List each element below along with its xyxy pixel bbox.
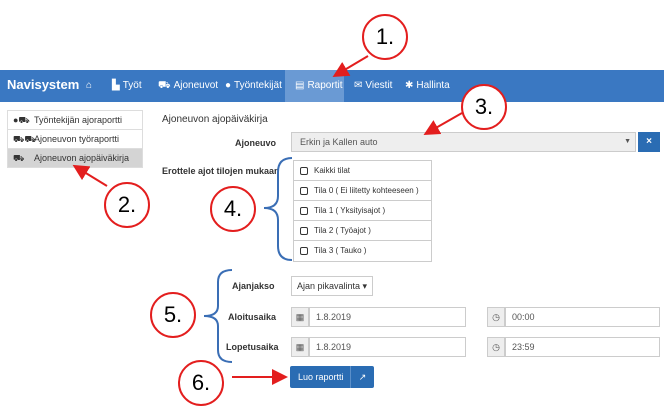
external-link-icon: ↗ — [350, 366, 374, 388]
nav-hallinta[interactable]: ✱ Hallinta — [405, 70, 450, 102]
status-option-label: Tila 3 ( Tauko ) — [314, 246, 367, 255]
sidebar-item-label: Ajoneuvon ajopäiväkirja — [34, 153, 130, 163]
chart-icon: ▙ — [112, 80, 120, 91]
start-time-label: Aloitusaika — [228, 312, 277, 322]
nav-tyontekijat[interactable]: ● Työntekijät — [225, 70, 282, 102]
top-navbar: Navisystem ⌂ ▙ Työt ⛟ Ajoneuvot ● Työntekij… — [0, 70, 664, 102]
sidebar-item-vehicle-logbook[interactable]: ⛟ Ajoneuvon ajopäiväkirja — [7, 148, 143, 168]
sidebar-item-employee-report[interactable]: ●⛟ Työntekijän ajoraportti — [7, 110, 143, 130]
sidebar-item-vehicle-work-report[interactable]: ⛟⛟ Ajoneuvon työraportti — [7, 129, 143, 149]
end-date-input[interactable]: 1.8.2019 — [309, 337, 466, 357]
clock-icon[interactable]: ◷ — [487, 307, 505, 327]
caret-down-icon: ▾ — [362, 281, 368, 291]
nav-label: Hallinta — [416, 80, 450, 91]
envelope-icon: ✉ — [354, 80, 363, 91]
truck-icon: ⛟ — [158, 80, 171, 91]
period-dropdown[interactable]: Ajan pikavalinta ▾ — [291, 276, 373, 296]
callout-6: 6. — [178, 360, 224, 406]
nav-label: Ajoneuvot — [173, 80, 219, 91]
checkbox[interactable] — [300, 227, 308, 235]
clock-icon[interactable]: ◷ — [487, 337, 505, 357]
status-option-label: Kaikki tilat — [314, 166, 351, 175]
status-option-label: Tila 1 ( Yksityisajot ) — [314, 206, 386, 215]
nav-viestit[interactable]: ✉ Viestit — [354, 70, 392, 102]
sidebar-item-label: Ajoneuvon työraportti — [34, 134, 120, 144]
nav-label: Työntekijät — [234, 80, 282, 91]
nav-tyot[interactable]: ▙ Työt — [112, 70, 142, 102]
status-option[interactable]: Tila 1 ( Yksityisajot ) — [294, 201, 431, 221]
status-option[interactable]: Tila 2 ( Työajot ) — [294, 221, 431, 241]
create-report-label: Luo raportti — [298, 372, 344, 382]
checkbox[interactable] — [300, 187, 308, 195]
truck-icon: ⛟ — [13, 153, 25, 163]
create-report-button[interactable]: Luo raportti ↗ — [290, 366, 374, 388]
vehicle-select[interactable]: Erkin ja Kallen auto ▼ — [291, 132, 636, 152]
gear-icon: ✱ — [405, 80, 414, 91]
calendar-icon[interactable]: ▦ — [291, 337, 309, 357]
status-option[interactable]: Tila 3 ( Tauko ) — [294, 241, 431, 261]
nav-label: Työt — [122, 80, 142, 91]
nav-ajoneuvot[interactable]: ⛟ Ajoneuvot — [158, 70, 218, 102]
callout-5: 5. — [150, 292, 196, 338]
status-filter-list: Kaikki tilat Tila 0 ( Ei liitetty kohtee… — [293, 160, 432, 262]
arrow-3 — [423, 112, 463, 135]
callout-1: 1. — [362, 14, 408, 60]
status-filter-label: Erottele ajot tilojen mukaan — [162, 166, 280, 176]
nav-raportit[interactable]: ▤ Raportit — [285, 70, 344, 102]
callout-4: 4. — [210, 186, 256, 232]
nav-home[interactable]: ⌂ — [86, 70, 104, 102]
callout-3: 3. — [461, 84, 507, 130]
vehicle-select-value: Erkin ja Kallen auto — [300, 137, 378, 147]
period-label: Ajanjakso — [232, 281, 275, 291]
callout-2: 2. — [104, 182, 150, 228]
nav-label: Viestit — [365, 80, 393, 91]
vehicle-label: Ajoneuvo — [235, 138, 277, 148]
status-option-label: Tila 0 ( Ei liitetty kohteeseen ) — [314, 186, 419, 195]
user-icon: ● — [225, 80, 232, 91]
truck-group-icon: ⛟⛟ — [13, 134, 36, 144]
end-time-label: Lopetusaika — [226, 342, 279, 352]
user-truck-icon: ●⛟ — [13, 115, 30, 125]
arrow-2 — [72, 164, 108, 187]
page-title: Ajoneuvon ajopäiväkirja — [162, 114, 268, 125]
status-option-label: Tila 2 ( Työajot ) — [314, 226, 371, 235]
checkbox[interactable] — [300, 167, 308, 175]
caret-down-icon: ▼ — [624, 138, 631, 145]
clear-vehicle-button[interactable]: × — [638, 132, 660, 152]
calendar-icon[interactable]: ▦ — [291, 307, 309, 327]
start-date-input[interactable]: 1.8.2019 — [309, 307, 466, 327]
period-dropdown-label: Ajan pikavalinta — [296, 281, 360, 291]
status-option[interactable]: Kaikki tilat — [294, 161, 431, 181]
home-icon: ⌂ — [86, 80, 93, 91]
sidebar-item-label: Työntekijän ajoraportti — [34, 115, 123, 125]
status-option[interactable]: Tila 0 ( Ei liitetty kohteeseen ) — [294, 181, 431, 201]
start-time-input[interactable]: 00:00 — [505, 307, 660, 327]
checkbox[interactable] — [300, 207, 308, 215]
end-time-input[interactable]: 23:59 — [505, 337, 660, 357]
checkbox[interactable] — [300, 247, 308, 255]
nav-label: Raportit — [307, 80, 343, 91]
document-icon: ▤ — [295, 80, 305, 91]
brand-logo[interactable]: Navisystem — [7, 77, 79, 92]
